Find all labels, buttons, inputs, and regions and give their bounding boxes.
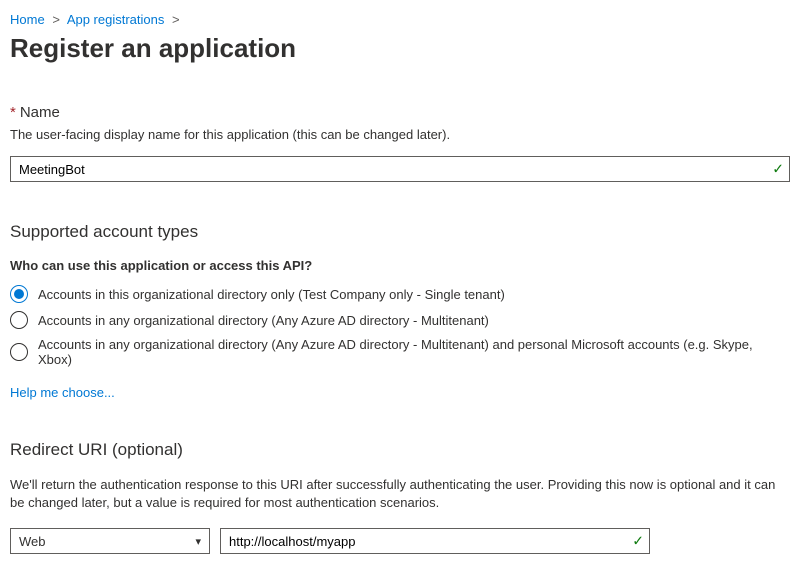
name-help-text: The user-facing display name for this ap…	[10, 127, 790, 142]
redirect-uri-title: Redirect URI (optional)	[10, 440, 790, 460]
redirect-uri-description: We'll return the authentication response…	[10, 476, 790, 512]
radio-single-tenant[interactable]: Accounts in this organizational director…	[10, 285, 790, 303]
required-mark: *	[10, 104, 16, 121]
name-label: *Name	[10, 104, 790, 121]
name-input[interactable]	[10, 156, 790, 182]
breadcrumb: Home > App registrations >	[10, 12, 790, 27]
radio-icon	[10, 311, 28, 329]
chevron-down-icon: ▾	[195, 535, 201, 548]
chevron-right-icon: >	[52, 12, 60, 27]
redirect-uri-input[interactable]	[220, 528, 650, 554]
radio-icon	[10, 343, 28, 361]
account-types-radio-group: Accounts in this organizational director…	[10, 285, 790, 367]
page-title: Register an application	[10, 33, 790, 64]
platform-select[interactable]: Web ▾	[10, 528, 210, 554]
breadcrumb-app-registrations[interactable]: App registrations	[67, 12, 165, 27]
help-me-choose-link[interactable]: Help me choose...	[10, 385, 115, 400]
name-label-text: Name	[20, 104, 60, 121]
radio-icon	[10, 285, 28, 303]
radio-label: Accounts in this organizational director…	[38, 287, 505, 302]
account-types-title: Supported account types	[10, 222, 790, 242]
radio-multitenant-personal[interactable]: Accounts in any organizational directory…	[10, 337, 790, 367]
platform-select-value: Web	[19, 534, 195, 549]
radio-label: Accounts in any organizational directory…	[38, 337, 790, 367]
radio-label: Accounts in any organizational directory…	[38, 313, 489, 328]
breadcrumb-home[interactable]: Home	[10, 12, 45, 27]
radio-multitenant[interactable]: Accounts in any organizational directory…	[10, 311, 790, 329]
account-types-subhead: Who can use this application or access t…	[10, 258, 790, 273]
chevron-right-icon: >	[172, 12, 180, 27]
